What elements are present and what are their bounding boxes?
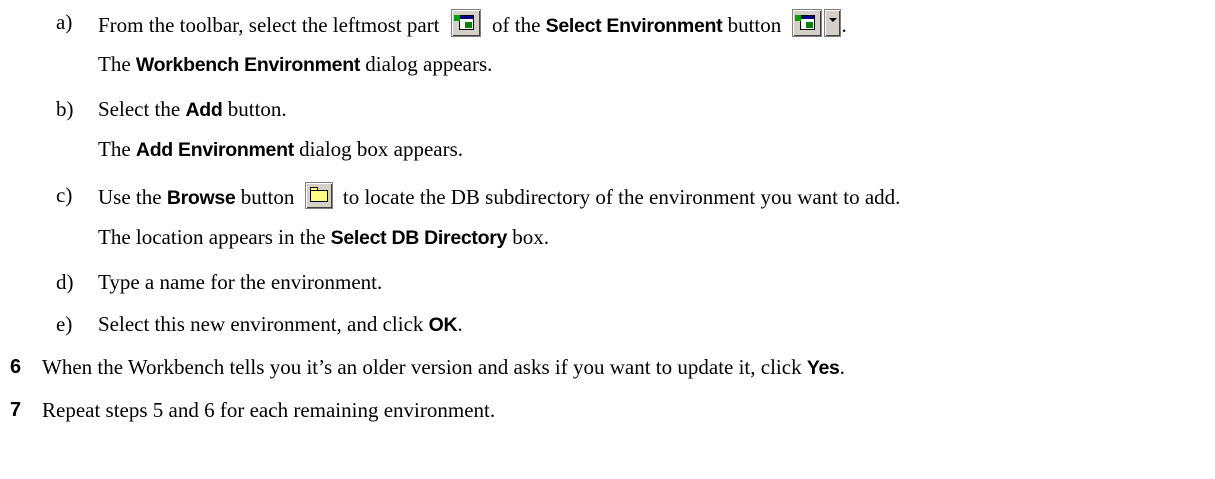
step-c-text-2: button (240, 185, 295, 209)
step-e-text-1: Select this new environment, and click (98, 312, 424, 336)
step-a-result-bold: Workbench Environment (135, 54, 361, 76)
step-7-number: 7 (10, 399, 22, 421)
step-c-label: c) (56, 183, 73, 207)
step-a-result-text-1: The (98, 52, 131, 76)
step-e-text-2: . (457, 312, 463, 336)
step-c-result: The location appears in the Select DB Di… (98, 224, 549, 251)
step-c-text-3: to locate the DB subdirectory of the env… (342, 185, 901, 209)
step-6-text-2: . (839, 355, 845, 379)
step-d-text-1: Type a name for the environment. (98, 270, 383, 294)
step-a-text-2: of the (492, 13, 541, 37)
step-c-result-text-2: box. (512, 225, 550, 249)
step-a-label: a) (56, 10, 73, 34)
step-a-result-text-2: dialog appears. (365, 52, 493, 76)
step-7-text-1: Repeat steps 5 and 6 for each remaining … (42, 398, 496, 422)
step-e-label: e) (56, 312, 73, 336)
step-a-text-4: . (841, 13, 847, 37)
step-b-result-text-2: dialog box appears. (299, 137, 464, 161)
step-b-text-2: button. (227, 97, 287, 121)
select-environment-icon (450, 9, 481, 37)
step-6-number: 6 (10, 356, 22, 378)
folder-browse-icon (304, 182, 333, 209)
step-b-result-bold: Add Environment (135, 139, 294, 161)
step-b-bold-1: Add (185, 99, 223, 121)
step-b-text-1: Select the (98, 97, 181, 121)
step-a-bold-1: Select Environment (545, 15, 723, 37)
step-b-result: The Add Environment dialog box appears. (98, 136, 463, 163)
step-a-result: The Workbench Environment dialog appears… (98, 51, 492, 78)
step-6-bold-1: Yes (806, 357, 840, 379)
step-c-result-bold: Select DB Directory (330, 227, 508, 249)
step-c-text-1: Use the (98, 185, 162, 209)
step-c-bold-1: Browse (166, 187, 236, 209)
chevron-down-icon (824, 9, 842, 37)
step-d-label: d) (56, 270, 74, 294)
step-a-text-1: From the toolbar, select the leftmost pa… (98, 13, 440, 37)
select-environment-button-icon (792, 9, 823, 37)
step-a-text-3: button (727, 13, 782, 37)
step-b-label: b) (56, 97, 74, 121)
step-6-text-1: When the Workbench tells you it’s an old… (42, 355, 802, 379)
step-e-bold-1: OK (428, 314, 458, 336)
step-b-result-text-1: The (98, 137, 131, 161)
step-c-result-text-1: The location appears in the (98, 225, 326, 249)
